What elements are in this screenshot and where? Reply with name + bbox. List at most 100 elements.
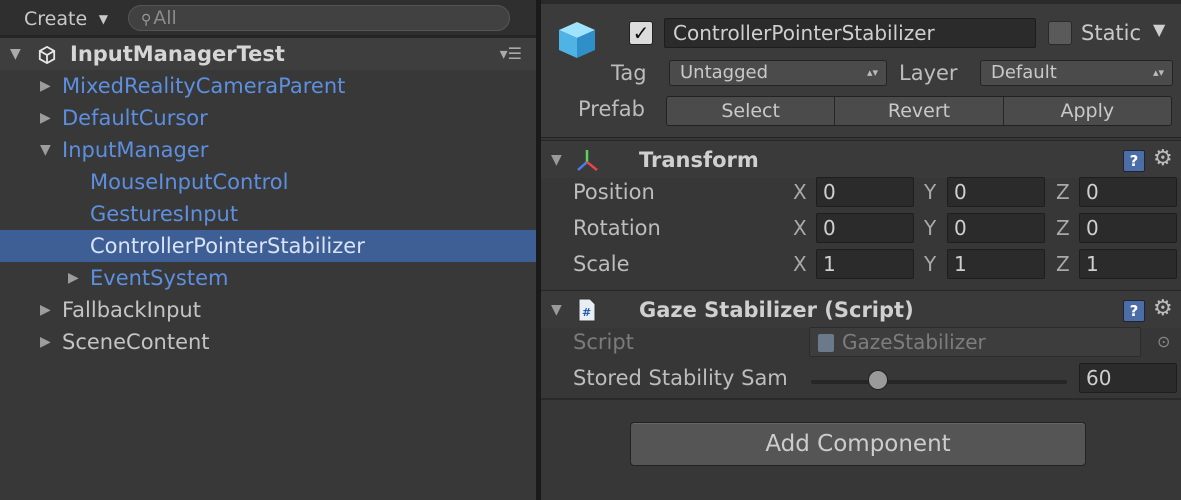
- layer-dropdown[interactable]: Default ▴▾: [980, 60, 1173, 86]
- hierarchy-item-label: InputManager: [62, 138, 209, 162]
- position-x-field[interactable]: 0: [816, 177, 914, 207]
- hierarchy-item-label: FallbackInput: [62, 298, 201, 322]
- gear-icon[interactable]: ⚙: [1153, 295, 1173, 323]
- svg-text:#: #: [582, 306, 591, 319]
- help-book-icon[interactable]: ?: [1123, 150, 1145, 172]
- hierarchy-item[interactable]: ▶ MixedRealityCameraParent: [0, 70, 536, 102]
- layer-label: Layer: [899, 61, 958, 85]
- collapse-triangle-icon[interactable]: ▼: [551, 141, 562, 179]
- chevron-down-icon: ▼: [98, 12, 108, 26]
- transform-axes-icon: [577, 150, 598, 171]
- position-z-field[interactable]: 0: [1079, 177, 1177, 207]
- axis-x-label[interactable]: X: [793, 177, 807, 207]
- prefab-select-button[interactable]: Select: [667, 97, 836, 125]
- hierarchy-item[interactable]: ▶ EventSystem: [0, 262, 536, 294]
- object-picker-icon[interactable]: ⊙: [1157, 330, 1170, 354]
- hierarchy-item-label: MixedRealityCameraParent: [62, 74, 346, 98]
- hierarchy-item[interactable]: MouseInputControl: [0, 166, 536, 198]
- active-checkbox[interactable]: ✓: [629, 21, 653, 45]
- expand-triangle-icon[interactable]: ▶: [40, 294, 51, 326]
- scene-name: InputManagerTest: [70, 42, 285, 66]
- expand-triangle-icon[interactable]: ▶: [40, 102, 51, 134]
- prefab-revert-button[interactable]: Revert: [835, 97, 1004, 125]
- unity-logo-icon: [38, 46, 56, 64]
- object-header: ✓ ControllerPointerStabilizer Static ▼ T…: [541, 4, 1181, 138]
- position-y-field[interactable]: 0: [947, 177, 1045, 207]
- hierarchy-item[interactable]: ▼ InputManager: [0, 134, 536, 166]
- hierarchy-panel: Create ▼ ⚲ All ▼ InputManagerTest ▾☰ ▶ Mi…: [0, 0, 536, 500]
- stored-stability-samples-label: Stored Stability Sam: [573, 366, 788, 390]
- create-button[interactable]: Create ▼: [14, 5, 118, 33]
- create-label: Create: [24, 8, 88, 30]
- hierarchy-toolbar: Create ▼ ⚲ All: [0, 0, 536, 36]
- collapse-triangle-icon[interactable]: ▼: [40, 134, 51, 166]
- scale-x-field[interactable]: 1: [816, 249, 914, 279]
- rotation-label: Rotation: [573, 216, 661, 240]
- tag-value: Untagged: [680, 62, 769, 83]
- tag-label: Tag: [611, 61, 647, 85]
- transform-title: Transform: [639, 148, 759, 172]
- expand-triangle-icon[interactable]: ▶: [40, 326, 51, 358]
- layer-value: Default: [991, 62, 1057, 83]
- axis-z-label[interactable]: Z: [1056, 177, 1070, 207]
- expand-triangle-icon[interactable]: ▶: [68, 262, 79, 294]
- hierarchy-item[interactable]: ▶ SceneContent: [0, 326, 536, 358]
- axis-y-label[interactable]: Y: [924, 177, 936, 207]
- hierarchy-item-label: EventSystem: [90, 266, 229, 290]
- position-label: Position: [573, 180, 655, 204]
- hierarchy-item-label: MouseInputControl: [90, 170, 289, 194]
- chevron-down-icon[interactable]: ▼: [1153, 20, 1165, 39]
- hierarchy-item-selected[interactable]: ControllerPointerStabilizer: [0, 230, 536, 262]
- gaze-stabilizer-header[interactable]: ▼ # Gaze Stabilizer (Script) ? ⚙: [541, 290, 1181, 328]
- expand-triangle-icon[interactable]: ▼: [10, 38, 21, 70]
- static-label: Static: [1081, 21, 1142, 45]
- axis-z-label[interactable]: Z: [1056, 213, 1070, 243]
- gear-icon[interactable]: ⚙: [1153, 145, 1173, 173]
- axis-y-label[interactable]: Y: [924, 249, 936, 279]
- hierarchy-item-label: SceneContent: [62, 330, 210, 354]
- hierarchy-item-label: DefaultCursor: [62, 106, 208, 130]
- prefab-label: Prefab: [578, 97, 645, 121]
- hierarchy-item-label: ControllerPointerStabilizer: [90, 234, 365, 258]
- transform-header[interactable]: ▼ Transform ? ⚙: [541, 140, 1181, 178]
- updown-arrow-icon: ▴▾: [866, 66, 878, 79]
- inspector-panel: ✓ ControllerPointerStabilizer Static ▼ T…: [541, 0, 1181, 500]
- scene-header[interactable]: ▼ InputManagerTest ▾☰: [0, 38, 536, 70]
- object-name-field[interactable]: ControllerPointerStabilizer: [664, 18, 1036, 48]
- prefab-apply-button[interactable]: Apply: [1004, 97, 1171, 125]
- divider: [541, 398, 1181, 400]
- hierarchy-item[interactable]: ▶ FallbackInput: [0, 294, 536, 326]
- scale-y-field[interactable]: 1: [947, 249, 1045, 279]
- axis-x-label[interactable]: X: [793, 213, 807, 243]
- rotation-x-field[interactable]: 0: [816, 213, 914, 243]
- script-label: Script: [573, 330, 634, 354]
- script-reference-field[interactable]: GazeStabilizer: [809, 327, 1141, 357]
- rotation-z-field[interactable]: 0: [1079, 213, 1177, 243]
- axis-z-label[interactable]: Z: [1056, 249, 1070, 279]
- gaze-stabilizer-title: Gaze Stabilizer (Script): [639, 298, 914, 322]
- scene-menu-icon[interactable]: ▾☰: [500, 38, 522, 70]
- search-icon: ⚲: [141, 12, 152, 28]
- axis-y-label[interactable]: Y: [924, 213, 936, 243]
- script-value: GazeStabilizer: [842, 330, 986, 354]
- axis-x-label[interactable]: X: [793, 249, 807, 279]
- search-placeholder: All: [153, 7, 177, 29]
- collapse-triangle-icon[interactable]: ▼: [551, 291, 562, 329]
- updown-arrow-icon: ▴▾: [1152, 66, 1164, 79]
- hierarchy-search-input[interactable]: ⚲ All: [128, 5, 510, 31]
- stability-samples-slider[interactable]: [811, 380, 1067, 384]
- hierarchy-item[interactable]: GesturesInput: [0, 198, 536, 230]
- static-checkbox[interactable]: [1048, 21, 1072, 45]
- script-file-icon: [818, 334, 834, 352]
- slider-knob[interactable]: [868, 370, 888, 390]
- stability-samples-field[interactable]: 60: [1079, 363, 1177, 393]
- add-component-button[interactable]: Add Component: [630, 422, 1086, 466]
- prefab-button-group: Select Revert Apply: [666, 96, 1172, 126]
- rotation-y-field[interactable]: 0: [947, 213, 1045, 243]
- help-book-icon[interactable]: ?: [1123, 300, 1145, 322]
- scale-label: Scale: [573, 252, 630, 276]
- tag-dropdown[interactable]: Untagged ▴▾: [669, 60, 887, 86]
- scale-z-field[interactable]: 1: [1079, 249, 1177, 279]
- expand-triangle-icon[interactable]: ▶: [40, 70, 51, 102]
- hierarchy-item[interactable]: ▶ DefaultCursor: [0, 102, 536, 134]
